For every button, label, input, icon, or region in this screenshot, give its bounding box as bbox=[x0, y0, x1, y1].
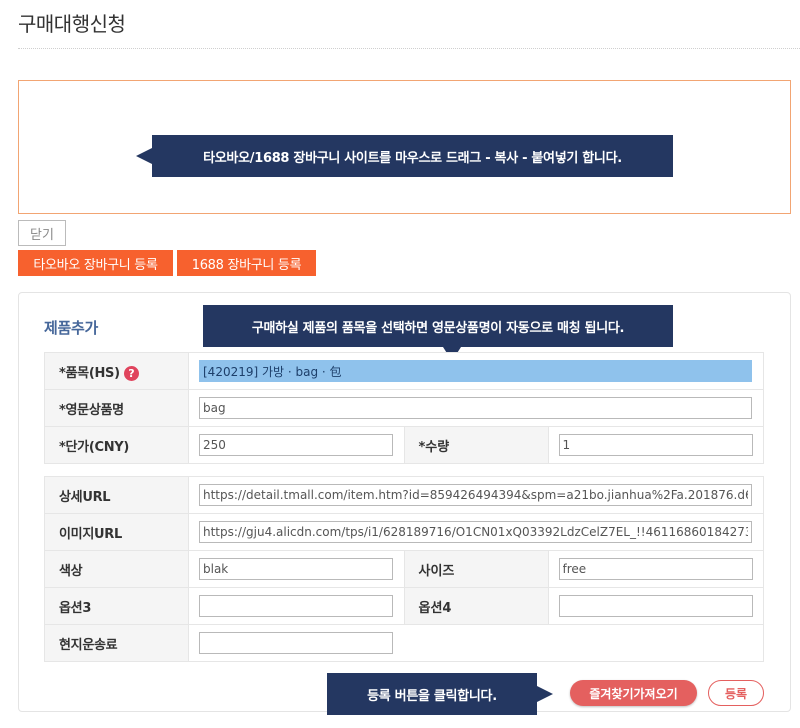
cart-1688-register-button[interactable]: 1688 장바구니 등록 bbox=[177, 250, 316, 276]
options-row: 옵션3 옵션4 bbox=[44, 587, 764, 625]
question-icon[interactable]: ? bbox=[123, 365, 139, 381]
price-qty-row: *단가(CNY) *수량 bbox=[44, 426, 764, 464]
qty-label: *수량 bbox=[403, 426, 549, 464]
option4-input[interactable] bbox=[558, 595, 753, 617]
hs-select-field[interactable] bbox=[199, 360, 752, 382]
option4-label: 옵션4 bbox=[403, 587, 549, 625]
page-title: 구매대행신청 bbox=[18, 12, 126, 36]
color-label: 색상 bbox=[44, 550, 189, 588]
title-divider bbox=[18, 48, 800, 49]
image-url-label: 이미지URL bbox=[44, 513, 189, 551]
local-shipping-input[interactable] bbox=[199, 632, 393, 654]
eng-name-input[interactable] bbox=[199, 397, 752, 419]
product-basic-table: *품목(HS)? *영문상품명 *단가(CNY) *수량 bbox=[44, 352, 764, 464]
color-cell bbox=[188, 550, 405, 588]
local-shipping-row: 현지운송료 bbox=[44, 624, 764, 662]
option4-cell bbox=[547, 587, 764, 625]
eng-name-cell bbox=[188, 389, 764, 427]
hs-value-cell bbox=[188, 352, 764, 390]
image-url-row: 이미지URL bbox=[44, 513, 764, 551]
image-url-cell bbox=[188, 513, 764, 551]
close-button[interactable]: 닫기 bbox=[18, 220, 66, 246]
product-detail-table: 상세URL 이미지URL 색상 사이즈 옵션3 옵션4 현지운송료 bbox=[44, 476, 764, 662]
size-input[interactable] bbox=[558, 558, 753, 580]
qty-cell bbox=[547, 426, 764, 464]
image-url-input[interactable] bbox=[199, 521, 752, 543]
drag-instruction-tooltip: 타오바오/1688 장바구니 사이트를 마우스로 드래그 - 복사 - 붙여넣기… bbox=[136, 135, 673, 177]
qty-input[interactable] bbox=[558, 434, 753, 456]
option3-cell bbox=[188, 587, 405, 625]
color-input[interactable] bbox=[199, 558, 393, 580]
item-select-tooltip: 구매하실 제품의 품목을 선택하면 영문상품명이 자동으로 매칭 됩니다. bbox=[203, 305, 673, 361]
unit-price-cell bbox=[188, 426, 405, 464]
local-shipping-label: 현지운송료 bbox=[44, 624, 189, 662]
eng-name-label: *영문상품명 bbox=[44, 389, 189, 427]
option3-input[interactable] bbox=[199, 595, 393, 617]
register-instruction-tooltip: 등록 버튼을 클릭합니다. bbox=[327, 673, 553, 715]
size-label: 사이즈 bbox=[403, 550, 549, 588]
detail-url-input[interactable] bbox=[199, 484, 752, 506]
hs-label-cell: *품목(HS)? bbox=[44, 352, 189, 390]
local-shipping-cell bbox=[188, 624, 764, 662]
register-button[interactable]: 등록 bbox=[708, 680, 764, 706]
unit-price-input[interactable] bbox=[199, 434, 393, 456]
eng-name-row: *영문상품명 bbox=[44, 389, 764, 427]
favorites-import-button[interactable]: 즐겨찾기가져오기 bbox=[570, 680, 697, 706]
unit-price-label: *단가(CNY) bbox=[44, 426, 189, 464]
hs-label: *품목(HS) bbox=[59, 365, 120, 381]
taobao-cart-register-button[interactable]: 타오바오 장바구니 등록 bbox=[18, 250, 173, 276]
detail-url-label: 상세URL bbox=[44, 476, 189, 514]
detail-url-cell bbox=[188, 476, 764, 514]
size-cell bbox=[547, 550, 764, 588]
detail-url-row: 상세URL bbox=[44, 476, 764, 514]
section-title: 제품추가 bbox=[44, 319, 99, 337]
hs-row: *품목(HS)? bbox=[44, 352, 764, 390]
option3-label: 옵션3 bbox=[44, 587, 189, 625]
color-size-row: 색상 사이즈 bbox=[44, 550, 764, 588]
